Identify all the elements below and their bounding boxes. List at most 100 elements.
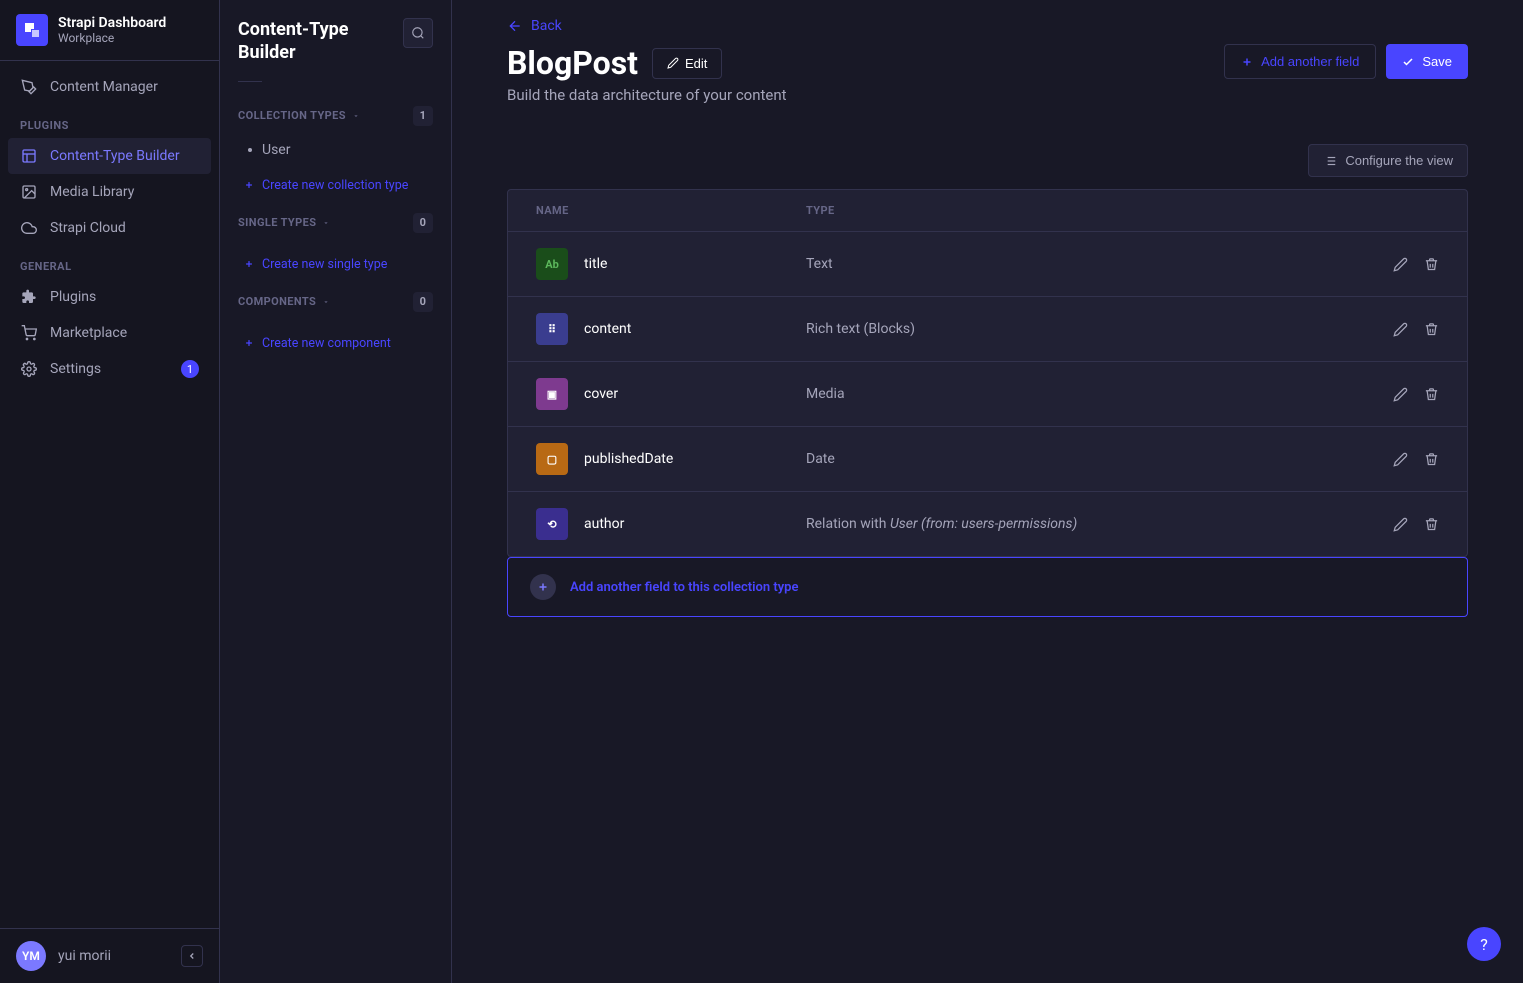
nav-label: Settings [50, 361, 101, 377]
brand-title: Strapi Dashboard [58, 15, 166, 31]
table-row: Ab title Text [508, 232, 1467, 297]
brand: Strapi Dashboard Workplace [0, 0, 219, 61]
delete-field-icon[interactable] [1424, 322, 1439, 337]
nav-media-library[interactable]: Media Library [8, 174, 211, 210]
nav-label: Marketplace [50, 325, 127, 341]
add-another-field-button[interactable]: Add another field [1224, 44, 1376, 79]
brand-subtitle: Workplace [58, 31, 166, 45]
edit-field-icon[interactable] [1393, 452, 1408, 467]
main-sidebar: Strapi Dashboard Workplace Content Manag… [0, 0, 220, 983]
group-count: 0 [413, 213, 433, 233]
delete-field-icon[interactable] [1424, 387, 1439, 402]
sub-group-header[interactable]: COMPONENTS 0 [238, 286, 433, 318]
field-name: title [584, 256, 607, 272]
plus-icon [530, 574, 556, 600]
configure-label: Configure the view [1345, 153, 1453, 168]
field-type-icon: ⟲ [536, 508, 568, 540]
group-count: 1 [413, 106, 433, 126]
cart-icon [20, 324, 38, 342]
back-link[interactable]: Back [507, 18, 1468, 34]
table-row: ⠿ content Rich text (Blocks) [508, 297, 1467, 362]
add-field-label: Add another field [1261, 54, 1359, 69]
sub-group-header[interactable]: COLLECTION TYPES 1 [238, 100, 433, 132]
create-new-link[interactable]: Create new component [238, 330, 433, 365]
nav-label: Media Library [50, 184, 134, 200]
create-new-link[interactable]: Create new single type [238, 251, 433, 286]
nav-section-general: GENERAL [8, 246, 211, 279]
field-type: Rich text (Blocks) [806, 321, 1393, 337]
field-type: Date [806, 451, 1393, 467]
table-row: ▣ cover Media [508, 362, 1467, 427]
caret-down-icon [322, 219, 330, 227]
caret-down-icon [322, 298, 330, 306]
settings-badge: 1 [181, 360, 199, 378]
nav-plugins[interactable]: Plugins [8, 279, 211, 315]
sub-group-header[interactable]: SINGLE TYPES 0 [238, 207, 433, 239]
create-new-link[interactable]: Create new collection type [238, 172, 433, 207]
nav-settings[interactable]: Settings 1 [8, 351, 211, 387]
plus-icon [244, 338, 254, 348]
divider [238, 81, 262, 82]
col-name-header: NAME [536, 204, 806, 217]
edit-field-icon[interactable] [1393, 387, 1408, 402]
edit-field-icon[interactable] [1393, 517, 1408, 532]
edit-button[interactable]: Edit [652, 48, 722, 79]
page-description: Build the data architecture of your cont… [507, 86, 1210, 104]
nav-strapi-cloud[interactable]: Strapi Cloud [8, 210, 211, 246]
plus-icon [244, 180, 254, 190]
collapse-sidebar-button[interactable] [181, 945, 203, 967]
field-type-icon: ▣ [536, 378, 568, 410]
nav-label: Strapi Cloud [50, 220, 126, 236]
bullet-icon [248, 148, 252, 152]
save-button[interactable]: Save [1386, 44, 1468, 79]
nav-content-type-builder[interactable]: Content-Type Builder [8, 138, 211, 174]
page-title: BlogPost [507, 44, 638, 82]
table-row: ▢ publishedDate Date [508, 427, 1467, 492]
field-type: Relation with User (from: users-permissi… [806, 516, 1393, 532]
field-name: content [584, 321, 631, 337]
search-button[interactable] [403, 18, 433, 48]
pen-icon [20, 78, 38, 96]
nav-label: Plugins [50, 289, 96, 305]
gear-icon [20, 360, 38, 378]
field-type-icon: ▢ [536, 443, 568, 475]
field-type: Text [806, 256, 1393, 272]
col-type-header: TYPE [806, 204, 1359, 217]
add-field-panel[interactable]: Add another field to this collection typ… [507, 557, 1468, 617]
edit-field-icon[interactable] [1393, 257, 1408, 272]
help-fab[interactable]: ? [1467, 927, 1501, 961]
image-icon [20, 183, 38, 201]
sidebar-footer: YM yui morii [0, 928, 219, 983]
fields-table: NAME TYPE Ab title Text ⠿ content Rich t… [507, 189, 1468, 557]
back-label: Back [531, 18, 562, 34]
sub-list-item[interactable]: User [238, 136, 433, 164]
save-label: Save [1422, 54, 1452, 69]
delete-field-icon[interactable] [1424, 452, 1439, 467]
main-content: Back BlogPost Edit Build the data archit… [452, 0, 1523, 983]
configure-view-button[interactable]: Configure the view [1308, 144, 1468, 177]
nav-marketplace[interactable]: Marketplace [8, 315, 211, 351]
add-field-panel-label: Add another field to this collection typ… [570, 580, 798, 595]
table-row: ⟲ author Relation with User (from: users… [508, 492, 1467, 556]
cloud-icon [20, 219, 38, 237]
caret-down-icon [352, 112, 360, 120]
nav: Content Manager PLUGINS Content-Type Bui… [0, 61, 219, 928]
content-type-sidebar: Content-Type Builder COLLECTION TYPES 1 U… [220, 0, 452, 983]
nav-section-plugins: PLUGINS [8, 105, 211, 138]
field-name: cover [584, 386, 618, 402]
nav-content-manager[interactable]: Content Manager [8, 69, 211, 105]
strapi-logo-icon [16, 14, 48, 46]
plus-icon [244, 259, 254, 269]
edit-field-icon[interactable] [1393, 322, 1408, 337]
sub-sidebar-title: Content-Type Builder [238, 18, 395, 65]
avatar[interactable]: YM [16, 941, 46, 971]
edit-label: Edit [685, 56, 707, 71]
delete-field-icon[interactable] [1424, 257, 1439, 272]
field-name: author [584, 516, 624, 532]
delete-field-icon[interactable] [1424, 517, 1439, 532]
field-type-icon: ⠿ [536, 313, 568, 345]
nav-label: Content-Type Builder [50, 148, 180, 164]
puzzle-icon [20, 288, 38, 306]
group-count: 0 [413, 292, 433, 312]
field-name: publishedDate [584, 451, 673, 467]
